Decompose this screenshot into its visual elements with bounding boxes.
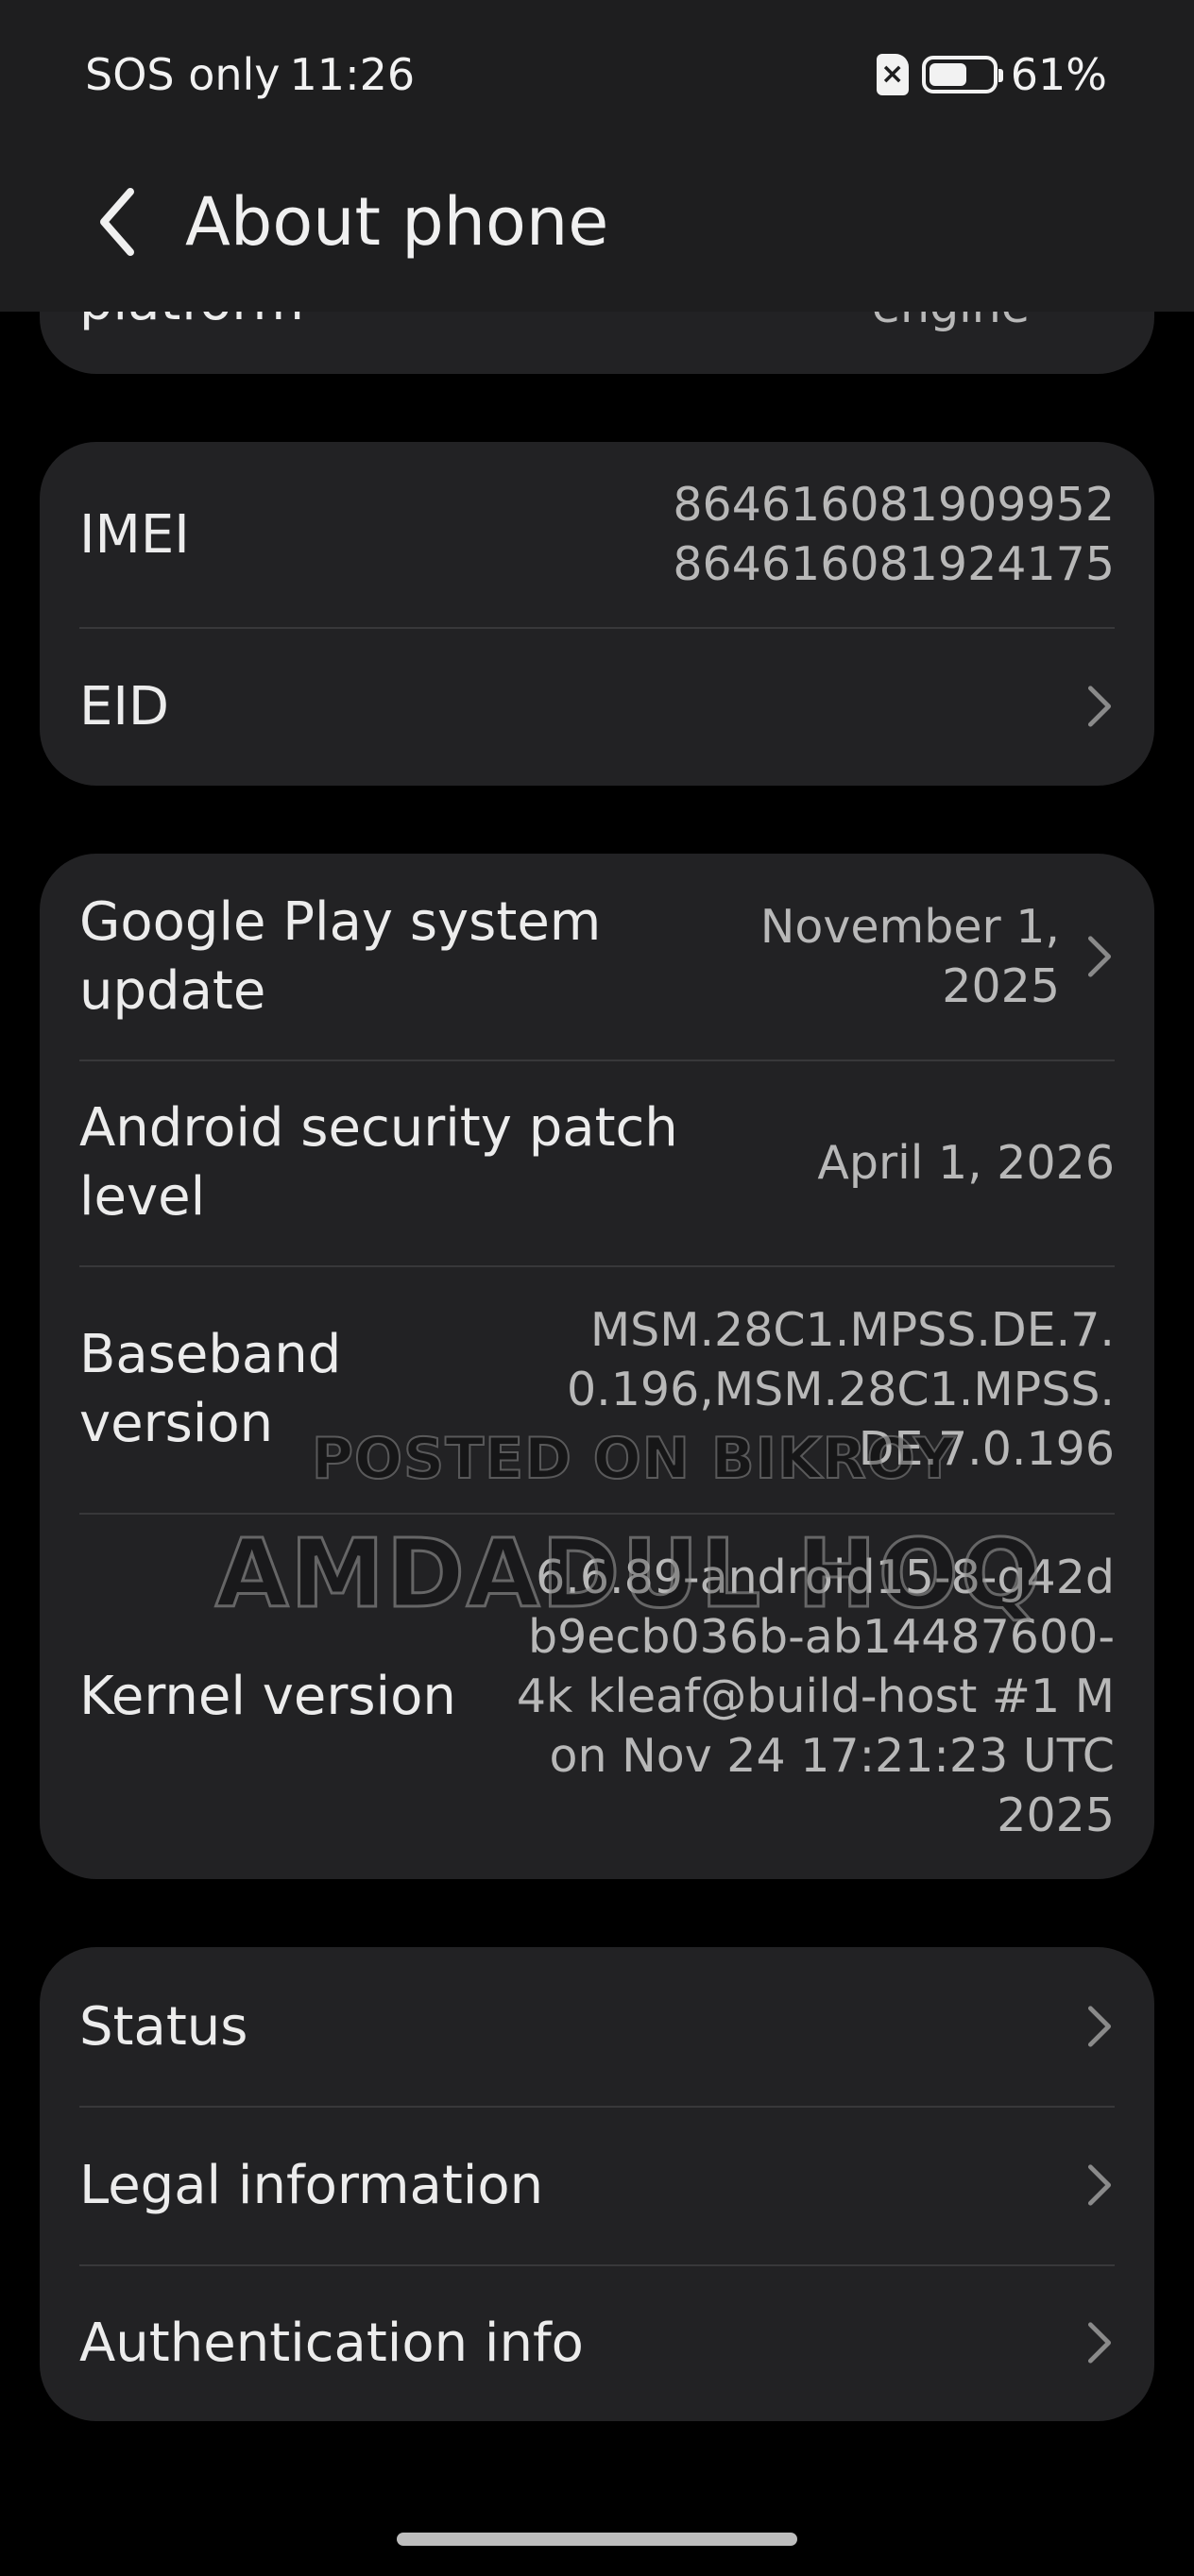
chevron-right-icon — [1087, 686, 1112, 727]
header: About phone — [0, 151, 1194, 293]
eid-label: EID — [79, 675, 170, 737]
no-sim-icon: × — [876, 54, 909, 95]
authentication-info-row[interactable]: Authentication info — [40, 2264, 1154, 2421]
eid-row[interactable]: EID — [40, 627, 1154, 786]
chevron-right-icon — [1087, 2164, 1112, 2206]
back-arrow-icon — [100, 188, 134, 256]
imei-row[interactable]: IMEI 864616081909952 864616081924175 — [40, 442, 1154, 627]
home-indicator[interactable] — [397, 2533, 797, 2546]
imei-value-2: 864616081924175 — [673, 537, 1115, 591]
page-title: About phone — [185, 183, 609, 261]
about-phone-screen: platform engine SOS only 11:26 × 61% Abo… — [0, 0, 1194, 2576]
back-button[interactable] — [60, 165, 174, 279]
imei-card: IMEI 864616081909952 864616081924175 EID — [40, 442, 1154, 786]
chevron-right-icon — [1087, 936, 1112, 977]
chevron-right-icon — [1087, 2322, 1112, 2364]
imei-value-1: 864616081909952 — [673, 478, 1115, 532]
kernel-version-label: Kernel version — [79, 1665, 456, 1727]
legal-information-label: Legal information — [79, 2154, 544, 2216]
play-system-update-value: November 1, 2025 — [759, 900, 1060, 1013]
imei-label: IMEI — [79, 503, 190, 566]
status-bar-right: × 61% — [876, 42, 1107, 108]
imei-values: 864616081909952 864616081924175 — [673, 475, 1115, 594]
play-system-update-row[interactable]: Google Play system update November 1, 20… — [40, 854, 1154, 1059]
battery-icon — [921, 56, 1003, 93]
battery-level-fill — [929, 63, 966, 86]
security-patch-value: April 1, 2026 — [817, 1135, 1115, 1190]
battery-percent: 61% — [1010, 49, 1107, 100]
play-system-update-value-wrap: November 1, 2025 — [758, 897, 1115, 1016]
chevron-right-icon — [1087, 2006, 1112, 2047]
play-system-update-label: Google Play system update — [79, 891, 602, 1022]
top-app-bar: SOS only 11:26 × 61% About phone — [0, 0, 1194, 312]
system-info-card: Google Play system update November 1, 20… — [40, 854, 1154, 1879]
more-info-card: Status Legal information Authentication … — [40, 1947, 1154, 2421]
clock: 11:26 — [289, 49, 416, 100]
status-bar-left: SOS only 11:26 — [85, 42, 415, 108]
watermark-line-1: POSTED ON BIKROY — [311, 1425, 956, 1493]
security-patch-label: Android security patch level — [79, 1097, 678, 1228]
watermark-line-2: AMDADUL HOQ — [214, 1517, 1043, 1631]
legal-information-row[interactable]: Legal information — [40, 2106, 1154, 2264]
security-patch-row[interactable]: Android security patch level April 1, 20… — [40, 1059, 1154, 1265]
status-label: Status — [79, 1995, 248, 2058]
status-row[interactable]: Status — [40, 1947, 1154, 2106]
authentication-info-label: Authentication info — [79, 2312, 584, 2374]
carrier-text: SOS only — [85, 49, 281, 100]
